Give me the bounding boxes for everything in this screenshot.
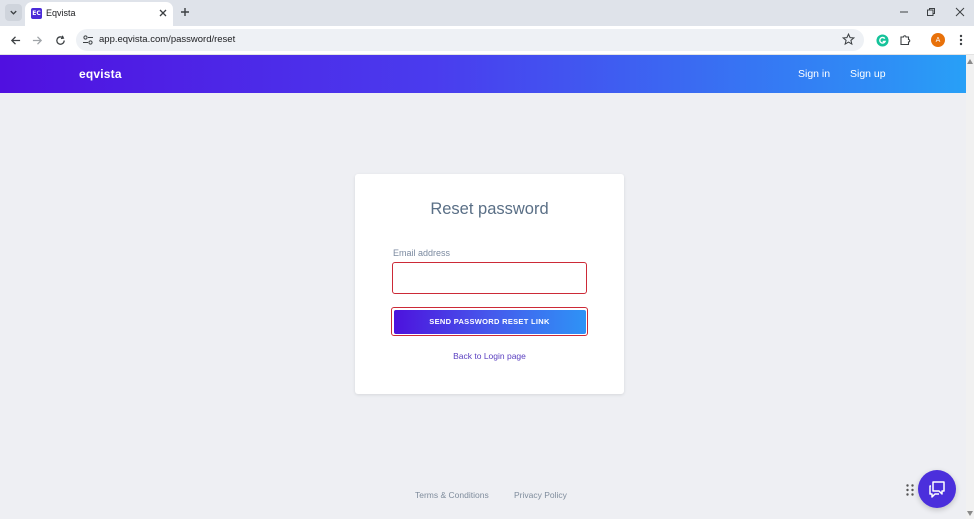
close-icon xyxy=(159,9,167,17)
triangle-down-icon xyxy=(967,510,973,516)
privacy-link[interactable]: Privacy Policy xyxy=(514,490,567,500)
tab-close-button[interactable] xyxy=(157,7,169,19)
reset-password-card: Reset password Email address SEND PASSWO… xyxy=(355,174,624,394)
address-bar[interactable]: app.eqvista.com/password/reset xyxy=(76,29,864,51)
reload-icon xyxy=(55,34,65,45)
plus-icon xyxy=(181,8,189,16)
grammarly-extension-button[interactable] xyxy=(875,33,889,47)
chevron-down-icon xyxy=(10,10,17,15)
scroll-up-button[interactable] xyxy=(966,57,974,65)
minimize-button[interactable] xyxy=(897,5,911,19)
email-label: Email address xyxy=(393,248,451,258)
brand-logo[interactable]: eqvista xyxy=(79,67,122,81)
arrow-left-icon xyxy=(10,35,20,45)
restore-icon xyxy=(927,8,935,16)
chat-bubble-icon xyxy=(929,481,945,498)
drag-handle-icon[interactable] xyxy=(905,483,915,497)
arrow-right-icon xyxy=(32,35,42,45)
extensions-button[interactable] xyxy=(898,33,912,47)
tab-search-button[interactable] xyxy=(5,4,22,21)
sign-up-link[interactable]: Sign up xyxy=(850,68,886,80)
browser-tab-bar: EC Eqvista xyxy=(0,0,974,26)
eqvista-favicon-icon: EC xyxy=(31,8,42,19)
browser-toolbar: app.eqvista.com/password/reset A xyxy=(0,26,974,55)
site-info-icon[interactable] xyxy=(82,34,94,46)
scroll-down-button[interactable] xyxy=(966,509,974,517)
window-close-button[interactable] xyxy=(953,5,967,19)
back-to-login-link[interactable]: Back to Login page xyxy=(355,351,624,361)
grammarly-icon xyxy=(875,33,889,47)
terms-link[interactable]: Terms & Conditions xyxy=(415,490,489,500)
url-text: app.eqvista.com/password/reset xyxy=(99,34,236,45)
profile-avatar[interactable]: A xyxy=(931,33,945,47)
new-tab-button[interactable] xyxy=(178,5,192,19)
site-header: eqvista Sign in Sign up xyxy=(0,55,966,93)
browser-menu-button[interactable] xyxy=(954,33,968,47)
minimize-icon xyxy=(900,11,908,13)
reload-button[interactable] xyxy=(53,33,67,47)
puzzle-icon xyxy=(900,35,911,46)
triangle-up-icon xyxy=(967,58,973,64)
email-field[interactable] xyxy=(392,262,587,294)
chat-widget-button[interactable] xyxy=(918,470,956,508)
back-button[interactable] xyxy=(8,33,22,47)
bookmark-star-icon[interactable] xyxy=(842,33,855,46)
restore-button[interactable] xyxy=(924,5,938,19)
sign-in-link[interactable]: Sign in xyxy=(798,68,830,80)
forward-button[interactable] xyxy=(30,33,44,47)
browser-tab-active[interactable]: EC Eqvista xyxy=(25,2,173,26)
page-scrollbar[interactable] xyxy=(966,55,974,519)
kebab-menu-icon xyxy=(959,34,963,46)
page-viewport: eqvista Sign in Sign up Reset password E… xyxy=(0,55,966,519)
send-reset-link-label: SEND PASSWORD RESET LINK xyxy=(393,309,586,334)
close-icon xyxy=(955,7,965,17)
send-reset-link-button[interactable]: SEND PASSWORD RESET LINK xyxy=(391,307,588,336)
tab-title: Eqvista xyxy=(46,8,76,18)
page-title: Reset password xyxy=(430,200,549,218)
